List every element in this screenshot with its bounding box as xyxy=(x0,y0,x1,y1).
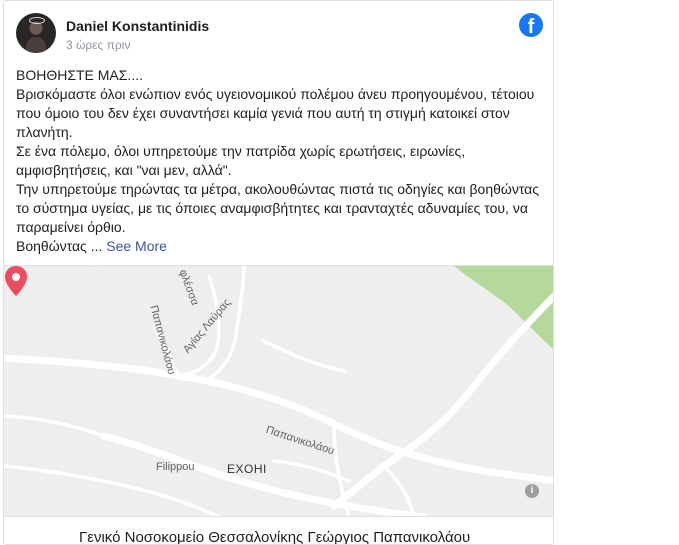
link-preview-footer[interactable]: Γενικό Νοσοκομείο Θεσσαλονίκης Γεώργιος … xyxy=(4,516,553,544)
map-roads xyxy=(4,266,553,517)
author-avatar[interactable] xyxy=(16,13,56,53)
place-label: EXOHI xyxy=(227,462,267,476)
avatar-halo xyxy=(29,17,45,24)
map-pin-icon[interactable] xyxy=(4,266,28,296)
post-text-line: που όμοιο του δεν έχει συναντήσει καμία … xyxy=(16,105,510,121)
post-text-truncated: Βοηθώντας ... xyxy=(16,238,103,254)
facebook-logo-icon[interactable]: f xyxy=(519,13,543,37)
post-text-line: πλανήτη. xyxy=(16,124,73,140)
post-text-last-line: Βοηθώντας ... See More xyxy=(16,237,541,256)
post-text-line: ΒΟΗΘΗΣΤΕ ΜΑΣ.... xyxy=(16,67,143,83)
post-timestamp[interactable]: 3 ώρες πριν xyxy=(66,38,130,52)
author-name[interactable]: Daniel Konstantinidis xyxy=(66,18,209,34)
facebook-post-card: Daniel Konstantinidis 3 ώρες πριν f ΒΟΗΘ… xyxy=(3,0,554,545)
see-more-link[interactable]: See More xyxy=(106,238,167,254)
post-text-line: Την υπηρετούμε τηρώντας τα μέτρα, ακολου… xyxy=(16,181,539,197)
post-text-line: Σε ένα πόλεμο, όλοι υπηρετούμε την πατρί… xyxy=(16,143,466,159)
post-text-line: Βρισκόμαστε όλοι ενώπιον ενός υγειονομικ… xyxy=(16,86,535,102)
street-label: Filippou xyxy=(156,461,195,473)
location-title[interactable]: Γενικό Νοσοκομείο Θεσσαλονίκης Γεώργιος … xyxy=(79,529,470,544)
post-text-line: αμφισβητήσεις, και "ναι μεν, αλλά". xyxy=(16,162,232,178)
map-preview[interactable]: φλέσσα Αγίας Λαύρας Παπανικολάου Παπανικ… xyxy=(4,265,553,517)
post-text-line: παραμείνει όρθιο. xyxy=(16,219,126,235)
post-text-line: το σύστημα υγείας, με τις όποιες αναμφισ… xyxy=(16,200,528,216)
avatar-figure xyxy=(26,37,46,53)
info-icon[interactable]: i xyxy=(525,484,539,498)
post-text: ΒΟΗΘΗΣΤΕ ΜΑΣ.... Βρισκόμαστε όλοι ενώπιο… xyxy=(16,66,541,256)
post-header: Daniel Konstantinidis 3 ώρες πριν f xyxy=(4,1,553,61)
